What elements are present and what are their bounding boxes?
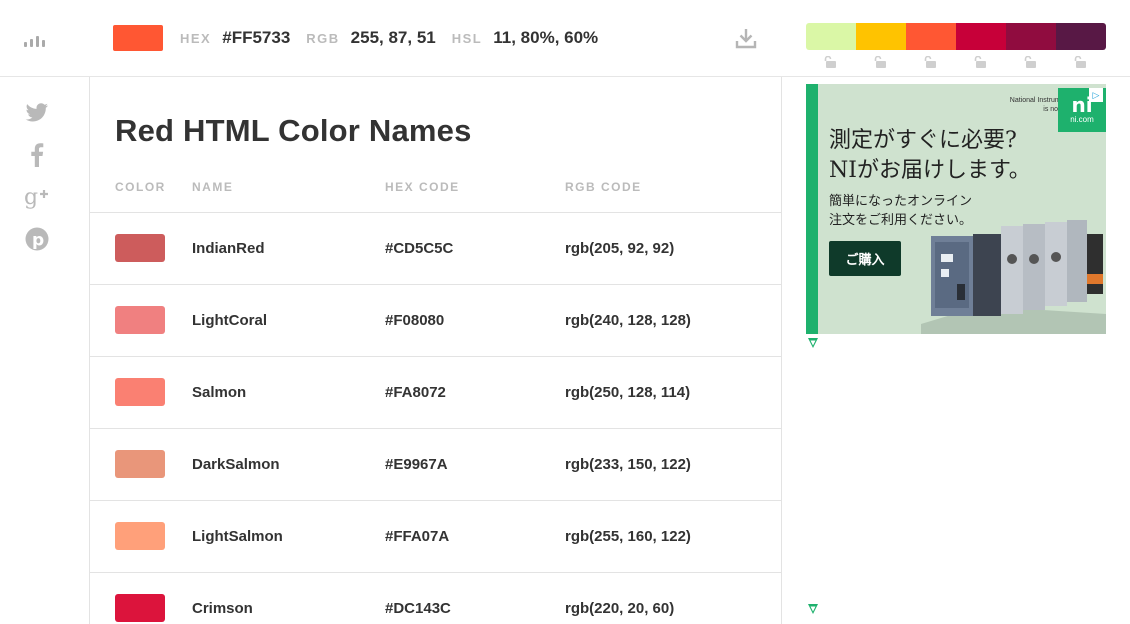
unlock-icon[interactable] bbox=[856, 56, 906, 68]
table-row[interactable]: LightCoral #F08080 rgb(240, 128, 128) bbox=[90, 285, 781, 357]
ad-headline-line-2: NIがお届けします。 bbox=[829, 158, 1031, 183]
color-name: Salmon bbox=[192, 384, 247, 401]
rgb-code: rgb(240, 128, 128) bbox=[565, 312, 691, 329]
color-table: IndianRed #CD5C5C rgb(205, 92, 92) LightCor… bbox=[90, 213, 781, 624]
color-name: Crimson bbox=[192, 600, 253, 617]
unlock-icon[interactable] bbox=[956, 56, 1006, 68]
rgb-code: rgb(250, 128, 114) bbox=[565, 384, 691, 401]
top-toolbar: HEX #FF5733 RGB 255, 87, 51 HSL 11, 80%,… bbox=[0, 0, 1130, 77]
download-icon[interactable] bbox=[734, 27, 758, 49]
rgb-code: rgb(205, 92, 92) bbox=[565, 240, 675, 257]
social-share-bar: g p bbox=[24, 100, 50, 268]
palette-color-5[interactable] bbox=[1006, 23, 1056, 50]
palette-color-1[interactable] bbox=[806, 23, 856, 50]
hex-code: #F08080 bbox=[385, 312, 445, 329]
color-names-card: Red HTML Color Names COLOR NAME HEX CODE… bbox=[89, 77, 782, 624]
svg-text:p: p bbox=[32, 231, 44, 251]
column-header-name: NAME bbox=[192, 180, 234, 194]
table-row[interactable]: Salmon #FA8072 rgb(250, 128, 114) bbox=[90, 357, 781, 429]
hex-code: #E9967A bbox=[385, 456, 448, 473]
ad-marker-icon[interactable] bbox=[807, 336, 819, 348]
color-name: IndianRed bbox=[192, 240, 265, 257]
color-palette bbox=[806, 23, 1106, 50]
current-color-info: HEX #FF5733 RGB 255, 87, 51 HSL 11, 80%,… bbox=[180, 26, 614, 50]
palette-color-3[interactable] bbox=[906, 23, 956, 50]
palette-locks bbox=[806, 56, 1106, 68]
color-swatch[interactable] bbox=[115, 378, 165, 406]
color-swatch[interactable] bbox=[115, 306, 165, 334]
table-row[interactable]: LightSalmon #FFA07A rgb(255, 160, 122) bbox=[90, 501, 781, 573]
current-color-swatch[interactable] bbox=[113, 25, 163, 51]
advertisement[interactable]: National Instruments is now NI. ni ni.co… bbox=[806, 84, 1106, 334]
color-swatch[interactable] bbox=[115, 594, 165, 622]
column-header-hex: HEX CODE bbox=[385, 180, 460, 194]
column-header-color: COLOR bbox=[115, 180, 166, 194]
hex-code: #CD5C5C bbox=[385, 240, 454, 257]
rgb-code: rgb(220, 20, 60) bbox=[565, 600, 675, 617]
svg-text:g: g bbox=[24, 185, 38, 209]
hex-code: #FFA07A bbox=[385, 528, 450, 545]
ad-marker-icon[interactable] bbox=[807, 602, 819, 614]
palette-color-4[interactable] bbox=[956, 23, 1006, 50]
rgb-label: RGB bbox=[306, 30, 340, 46]
google-plus-icon[interactable]: g bbox=[24, 184, 50, 210]
hex-code: #FA8072 bbox=[385, 384, 446, 401]
ad-choices-icon[interactable]: ▷ bbox=[1089, 88, 1103, 102]
hsl-label: HSL bbox=[451, 30, 483, 46]
ad-product-image bbox=[921, 220, 1106, 334]
rgb-code: rgb(255, 160, 122) bbox=[565, 528, 691, 545]
color-swatch[interactable] bbox=[115, 522, 165, 550]
facebook-icon[interactable] bbox=[24, 142, 50, 168]
rgb-code: rgb(233, 150, 122) bbox=[565, 456, 691, 473]
pinterest-icon[interactable]: p bbox=[24, 226, 50, 252]
palette-color-2[interactable] bbox=[856, 23, 906, 50]
palette-color-6[interactable] bbox=[1056, 23, 1106, 50]
hsl-value[interactable]: 11, 80%, 60% bbox=[493, 28, 598, 48]
color-name: LightSalmon bbox=[192, 528, 283, 545]
color-name: LightCoral bbox=[192, 312, 267, 329]
color-name: DarkSalmon bbox=[192, 456, 280, 473]
page-title: Red HTML Color Names bbox=[115, 113, 472, 148]
table-row[interactable]: Crimson #DC143C rgb(220, 20, 60) bbox=[90, 573, 781, 624]
column-header-rgb: RGB CODE bbox=[565, 180, 642, 194]
ad-subheadline-line-1: 簡単になったオンライン bbox=[829, 193, 973, 208]
hex-label: HEX bbox=[180, 30, 212, 46]
ad-headline: 測定がすぐに必要? NIがお届けします。 bbox=[829, 126, 1031, 186]
ad-accent-stripe bbox=[806, 84, 818, 334]
bars-icon[interactable] bbox=[24, 33, 48, 47]
table-row[interactable]: DarkSalmon #E9967A rgb(233, 150, 122) bbox=[90, 429, 781, 501]
unlock-icon[interactable] bbox=[1056, 56, 1106, 68]
table-row[interactable]: IndianRed #CD5C5C rgb(205, 92, 92) bbox=[90, 213, 781, 285]
color-swatch[interactable] bbox=[115, 234, 165, 262]
hex-value[interactable]: #FF5733 bbox=[222, 28, 290, 48]
unlock-icon[interactable] bbox=[1006, 56, 1056, 68]
ad-buy-button[interactable]: ご購入 bbox=[829, 241, 901, 276]
twitter-icon[interactable] bbox=[24, 100, 50, 126]
ad-headline-line-1: 測定がすぐに必要? bbox=[829, 128, 1017, 153]
color-swatch[interactable] bbox=[115, 450, 165, 478]
table-header: COLOR NAME HEX CODE RGB CODE bbox=[90, 177, 781, 213]
unlock-icon[interactable] bbox=[906, 56, 956, 68]
unlock-icon[interactable] bbox=[806, 56, 856, 68]
rgb-value[interactable]: 255, 87, 51 bbox=[351, 28, 436, 48]
ni-logo-url: ni.com bbox=[1070, 115, 1094, 124]
hex-code: #DC143C bbox=[385, 600, 451, 617]
